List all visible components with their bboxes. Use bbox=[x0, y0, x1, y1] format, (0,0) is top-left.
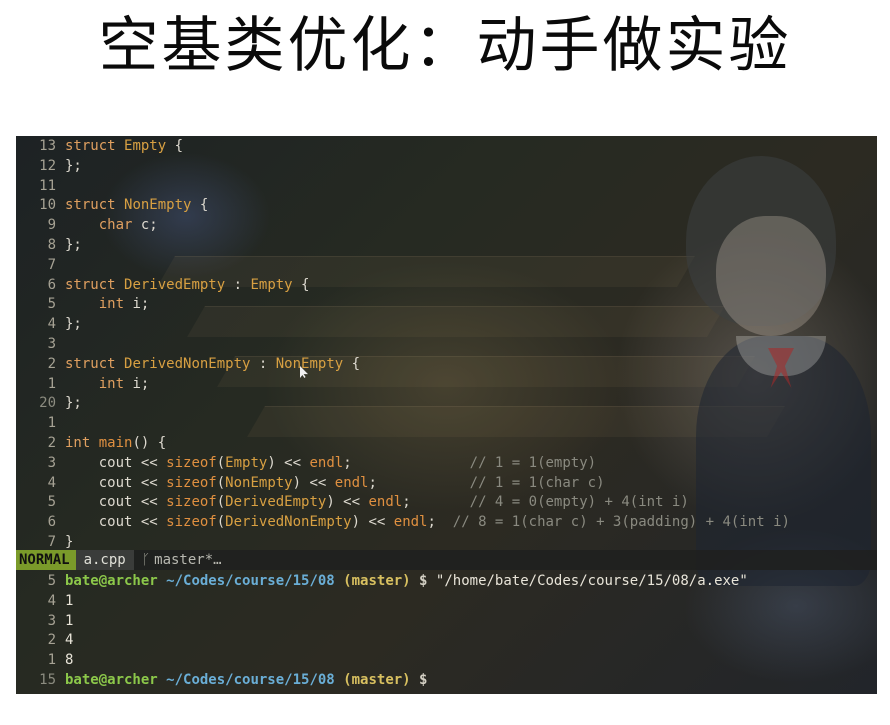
code-text: } bbox=[65, 534, 74, 550]
code-line[interactable]: 10 struct NonEmpty { bbox=[16, 195, 877, 215]
code-text: char c; bbox=[98, 217, 158, 234]
prompt-user: bate@archer bbox=[65, 573, 158, 589]
line-number: 4 bbox=[47, 474, 56, 491]
code-text: struct DerivedEmpty : Empty { bbox=[65, 276, 310, 293]
code-line[interactable]: 6 struct DerivedEmpty : Empty { bbox=[16, 275, 877, 295]
vim-statusline: NORMAL a.cpp ᚴ master*… bbox=[16, 550, 877, 570]
line-number: 3 bbox=[47, 336, 56, 352]
code-line[interactable]: 8}; bbox=[16, 235, 877, 255]
code-text: int i; bbox=[98, 296, 150, 313]
code-line[interactable]: 9 char c; bbox=[16, 215, 877, 235]
line-number: 8 bbox=[47, 237, 56, 253]
code-line[interactable]: 7 bbox=[16, 255, 877, 275]
terminal-window[interactable]: 13 struct Empty {12}; 11 10 struct NonEmpty … bbox=[16, 136, 877, 694]
prompt-user: bate@archer bbox=[65, 672, 158, 688]
line-number: 6 bbox=[47, 514, 56, 531]
code-text: cout << sizeof(DerivedNonEmpty) << endl;… bbox=[65, 514, 790, 531]
line-number: 1 bbox=[47, 375, 56, 392]
code-line[interactable]: 6 cout << sizeof(DerivedNonEmpty) << end… bbox=[16, 512, 877, 532]
code-text: int main() { bbox=[65, 435, 167, 451]
line-number: 1 bbox=[47, 652, 56, 669]
prompt-path: ~/Codes/course/15/08 bbox=[166, 672, 335, 688]
prompt-branch: (master) bbox=[343, 672, 411, 688]
code-text: cout << sizeof(NonEmpty) << endl; // 1 =… bbox=[65, 474, 605, 491]
code-line[interactable]: 3 bbox=[16, 334, 877, 354]
code-text: cout << sizeof(Empty) << endl; // 1 = 1(… bbox=[65, 454, 597, 471]
line-number: 7 bbox=[47, 256, 56, 273]
code-line[interactable]: 11 bbox=[16, 176, 877, 196]
code-line[interactable]: 1 int i; bbox=[16, 374, 877, 394]
line-number: 3 bbox=[47, 454, 56, 471]
terminal-line: 5 bate@archer ~/Codes/course/15/08 (maste… bbox=[16, 571, 877, 591]
code-line[interactable]: 4}; bbox=[16, 314, 877, 334]
code-text: cout << sizeof(DerivedEmpty) << endl; //… bbox=[65, 494, 689, 511]
line-number: 7 bbox=[47, 534, 56, 550]
mode-indicator: NORMAL bbox=[16, 550, 76, 570]
line-number: 5 bbox=[47, 573, 56, 589]
code-text: }; bbox=[65, 157, 82, 174]
line-number: 5 bbox=[47, 296, 56, 313]
git-branch: master*… bbox=[154, 552, 222, 568]
line-number: 2 bbox=[47, 355, 56, 372]
program-output: 4 bbox=[65, 632, 74, 649]
program-output: 1 bbox=[65, 612, 74, 629]
terminal-line: 41 bbox=[16, 591, 877, 611]
prompt-path: ~/Codes/course/15/08 bbox=[166, 573, 335, 589]
line-number: 4 bbox=[47, 316, 56, 333]
program-output: 8 bbox=[65, 652, 74, 669]
terminal-line: 31 bbox=[16, 611, 877, 631]
line-number: 3 bbox=[47, 612, 56, 629]
slide-title: 空基类优化：动手做实验 bbox=[98, 11, 792, 81]
branch-icon: ᚴ bbox=[141, 552, 151, 568]
line-number: 15 bbox=[39, 672, 56, 688]
code-text: struct DerivedNonEmpty : NonEmpty { bbox=[65, 355, 361, 372]
code-text: }; bbox=[65, 395, 82, 412]
code-text: }; bbox=[65, 316, 82, 333]
command-text: "/home/bate/Codes/course/15/08/a.exe" bbox=[435, 573, 748, 589]
code-line[interactable]: 1 bbox=[16, 413, 877, 433]
code-line[interactable]: 7} bbox=[16, 532, 877, 552]
code-line[interactable]: 3 cout << sizeof(Empty) << endl; // 1 = … bbox=[16, 453, 877, 473]
code-line[interactable]: 5 cout << sizeof(DerivedEmpty) << endl; … bbox=[16, 492, 877, 512]
line-number: 4 bbox=[47, 592, 56, 609]
prompt-branch: (master) bbox=[343, 573, 411, 589]
code-text: int i; bbox=[98, 375, 150, 392]
line-number: 5 bbox=[47, 494, 56, 511]
line-number: 2 bbox=[47, 435, 56, 451]
line-number: 1 bbox=[47, 415, 56, 432]
terminal-line: 18 bbox=[16, 650, 877, 670]
code-text: struct Empty { bbox=[65, 138, 184, 154]
code-line[interactable]: 13 struct Empty { bbox=[16, 136, 877, 156]
line-number: 12 bbox=[39, 157, 56, 174]
line-number: 20 bbox=[39, 395, 56, 412]
line-number: 9 bbox=[47, 217, 56, 234]
terminal-line: 24 bbox=[16, 630, 877, 650]
terminal-line: 15 bate@archer ~/Codes/course/15/08 (mast… bbox=[16, 670, 877, 690]
line-number: 13 bbox=[39, 138, 56, 154]
line-number: 10 bbox=[39, 197, 56, 214]
line-number: 6 bbox=[47, 276, 56, 293]
code-line[interactable]: 2 int main() { bbox=[16, 433, 877, 453]
code-line[interactable]: 5 int i; bbox=[16, 294, 877, 314]
code-text: struct NonEmpty { bbox=[65, 197, 209, 214]
program-output: 1 bbox=[65, 592, 74, 609]
line-number: 11 bbox=[39, 177, 56, 194]
code-text: }; bbox=[65, 237, 82, 253]
code-line[interactable]: 4 cout << sizeof(NonEmpty) << endl; // 1… bbox=[16, 473, 877, 493]
code-line[interactable]: 12}; bbox=[16, 156, 877, 176]
line-number: 2 bbox=[47, 632, 56, 649]
code-line[interactable]: 20}; bbox=[16, 393, 877, 413]
file-name: a.cpp bbox=[75, 550, 134, 570]
code-line[interactable]: 2 struct DerivedNonEmpty : NonEmpty { bbox=[16, 354, 877, 374]
